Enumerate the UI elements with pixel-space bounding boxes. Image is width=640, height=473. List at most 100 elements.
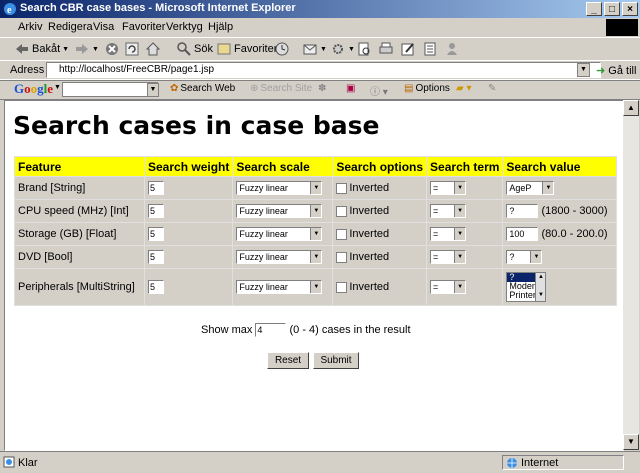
back-button[interactable]: Bakåt ▼: [14, 41, 69, 57]
scale-select[interactable]: Fuzzy linear ▼: [236, 204, 323, 218]
search-icon: [177, 42, 191, 56]
address-dropdown-icon[interactable]: ▼: [577, 63, 590, 77]
discuss-button[interactable]: [422, 41, 438, 57]
term-select[interactable]: = ▼: [430, 181, 467, 195]
menu-favoriter[interactable]: Favoriter: [122, 21, 165, 33]
maximize-button[interactable]: □: [604, 2, 620, 16]
weight-input[interactable]: 5: [148, 227, 164, 241]
chevron-down-icon: ▼: [310, 228, 322, 240]
scale-select[interactable]: Fuzzy linear ▼: [236, 227, 323, 241]
menu-hjalp[interactable]: Hjälp: [208, 21, 233, 33]
inverted-checkbox[interactable]: [336, 228, 348, 240]
term-value: =: [433, 252, 439, 262]
gear-icon: [333, 44, 343, 54]
value-select[interactable]: ? ▼: [506, 250, 543, 264]
search-site-button[interactable]: ⊕ Search Site: [250, 83, 312, 94]
weight-input[interactable]: 5: [148, 250, 164, 264]
value-select[interactable]: AgeP ▼: [506, 181, 555, 195]
edit-button[interactable]: [400, 41, 416, 57]
term-select[interactable]: = ▼: [430, 204, 467, 218]
highlighter-button[interactable]: ✎: [488, 83, 496, 94]
print-preview-button[interactable]: [356, 41, 372, 57]
chevron-down-icon: ▼: [454, 281, 466, 293]
windows-logo-icon: [606, 19, 638, 36]
scale-value: Fuzzy linear: [239, 206, 288, 216]
table-row: CPU speed (MHz) [Int] 5 Fuzzy linear ▼ In…: [15, 200, 617, 222]
menu-verktyg[interactable]: Verktyg: [166, 21, 203, 33]
scale-select[interactable]: Fuzzy linear ▼: [236, 181, 323, 195]
inverted-label: Inverted: [349, 281, 390, 293]
term-select[interactable]: = ▼: [430, 227, 467, 241]
chevron-down-icon: ▼: [542, 182, 554, 194]
inverted-checkbox[interactable]: [336, 182, 348, 194]
status-text: Klar: [18, 457, 38, 469]
history-button[interactable]: [274, 41, 290, 57]
print-button[interactable]: [378, 41, 394, 57]
go-button[interactable]: ➜ Gå till: [596, 64, 636, 77]
value-input[interactable]: ?: [506, 204, 539, 218]
title-bar: e Search CBR case bases - Microsoft Inte…: [0, 0, 640, 18]
messenger-icon: [447, 43, 457, 55]
folder-button[interactable]: ▰ ▾: [456, 83, 472, 94]
peripherals-listbox[interactable]: ? Modem Printer ▲ ▼: [506, 272, 547, 302]
feature-label: DVD [Bool]: [15, 246, 144, 268]
term-select[interactable]: = ▼: [430, 280, 467, 294]
table-row: Brand [String] 5 Fuzzy linear ▼ Inverted …: [15, 177, 617, 199]
col-search-scale: Search scale: [233, 157, 333, 176]
weight-input[interactable]: 5: [148, 204, 164, 218]
home-button[interactable]: [145, 41, 161, 57]
term-select[interactable]: = ▼: [430, 250, 467, 264]
document-icon: [424, 42, 436, 56]
refresh-button[interactable]: [124, 41, 140, 57]
info-button[interactable]: ⓘ ▾: [370, 83, 388, 98]
news-icon: ▣: [346, 83, 356, 94]
table-row: Peripherals [MultiString] 5 Fuzzy linear…: [15, 269, 617, 305]
scroll-up-icon[interactable]: ▲: [623, 100, 639, 116]
options-button[interactable]: ▤ Options: [404, 83, 450, 94]
menu-visa[interactable]: Visa: [93, 21, 114, 33]
scale-select[interactable]: Fuzzy linear ▼: [236, 280, 323, 294]
google-search-input[interactable]: [62, 82, 158, 97]
listbox-scrollbar[interactable]: ▲ ▼: [535, 273, 546, 301]
messenger-button[interactable]: [444, 41, 460, 57]
weight-input[interactable]: 5: [148, 280, 164, 294]
reset-button[interactable]: Reset: [267, 352, 309, 369]
chevron-down-icon: ▼: [310, 182, 322, 194]
vertical-scrollbar[interactable]: ▲ ▼: [623, 100, 639, 450]
page-title: Search cases in case base: [13, 111, 380, 140]
chevron-down-icon: ▼: [310, 205, 322, 217]
scale-value: Fuzzy linear: [239, 282, 288, 292]
menu-arkiv[interactable]: Arkiv: [18, 21, 42, 33]
col-search-weight: Search weight: [145, 157, 233, 176]
inverted-checkbox[interactable]: [336, 205, 348, 217]
show-max-input[interactable]: 4: [255, 323, 287, 337]
info-icon: ⓘ ▾: [370, 87, 388, 98]
weight-input[interactable]: 5: [148, 181, 164, 195]
news-button[interactable]: ▣: [346, 83, 355, 94]
inverted-checkbox[interactable]: [336, 281, 348, 293]
google-dropdown-icon[interactable]: ▼: [147, 83, 159, 97]
value-input[interactable]: 100: [506, 227, 539, 241]
address-input[interactable]: http://localhost/FreeCBR/page1.jsp: [46, 62, 601, 78]
pagerank-button[interactable]: ✽: [318, 83, 326, 94]
printer-icon: [379, 42, 393, 54]
favorites-button[interactable]: Favoriter: [216, 41, 277, 57]
close-button[interactable]: ×: [622, 2, 638, 16]
submit-button[interactable]: Submit: [313, 352, 359, 369]
search-web-button[interactable]: ✿ Search Web: [170, 83, 235, 94]
go-label: Gå till: [608, 65, 637, 77]
menu-redigera[interactable]: Redigera: [48, 21, 93, 33]
inverted-checkbox[interactable]: [336, 251, 348, 263]
search-label: Sök: [194, 43, 213, 55]
forward-button[interactable]: ▼: [74, 41, 99, 57]
tools-button[interactable]: ▼: [330, 41, 355, 57]
show-max-row: Show max 4 (0 - 4) cases in the result: [201, 323, 411, 337]
search-button[interactable]: Sök: [176, 41, 213, 57]
stop-button[interactable]: [104, 41, 120, 57]
search-web-icon: ✿: [170, 83, 179, 94]
minimize-button[interactable]: _: [586, 2, 602, 16]
scroll-down-icon[interactable]: ▼: [623, 434, 639, 450]
google-logo[interactable]: Google: [14, 81, 53, 97]
scale-select[interactable]: Fuzzy linear ▼: [236, 250, 323, 264]
mail-button[interactable]: ▼: [302, 41, 327, 57]
